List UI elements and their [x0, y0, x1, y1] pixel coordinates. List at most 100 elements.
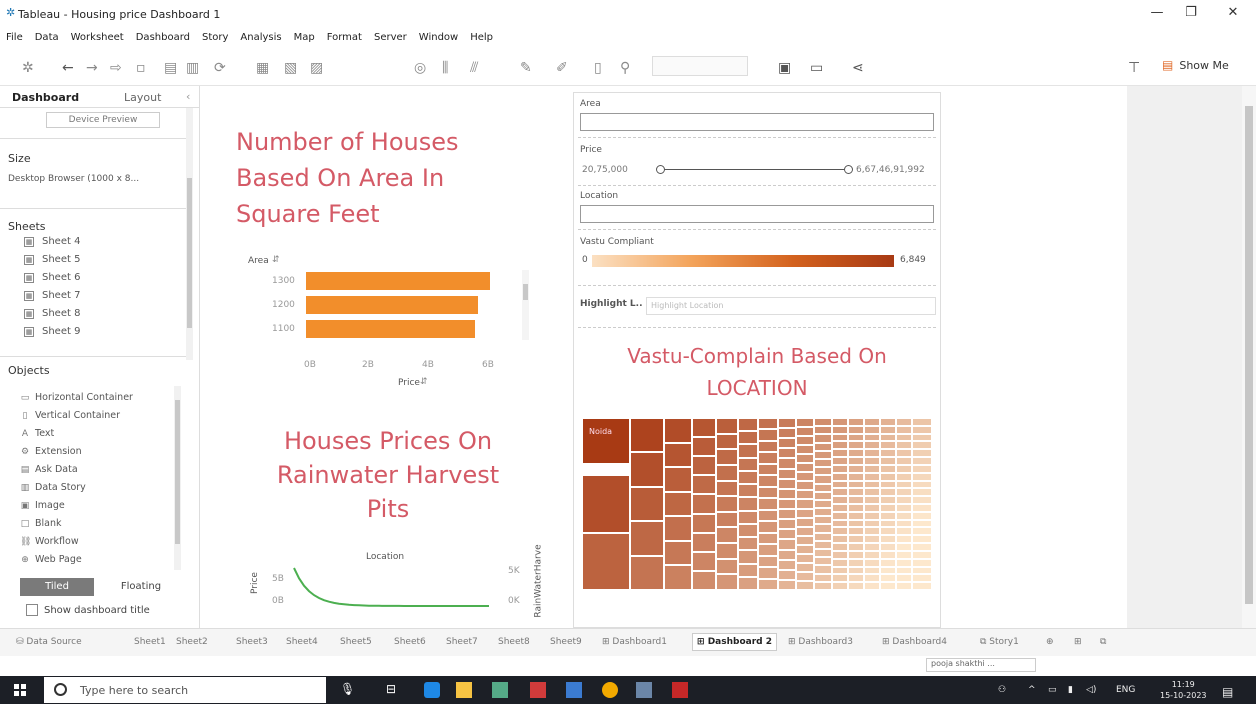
- treemap-cell[interactable]: [848, 472, 864, 481]
- treemap-cell[interactable]: [814, 557, 832, 566]
- language-indicator[interactable]: ENG: [1116, 685, 1135, 695]
- treemap-cell[interactable]: [716, 558, 738, 575]
- treemap-cell[interactable]: [912, 433, 932, 442]
- object-extension[interactable]: ⚙ Extension: [20, 446, 82, 457]
- menu-format[interactable]: Format: [327, 32, 362, 43]
- treemap-cell[interactable]: [814, 508, 832, 517]
- treemap-cell[interactable]: [880, 527, 896, 536]
- treemap-cell[interactable]: [692, 513, 716, 533]
- treemap-cell[interactable]: [832, 535, 848, 544]
- treemap-cell[interactable]: [778, 478, 796, 489]
- treemap-cell[interactable]: [796, 427, 814, 437]
- tab-story1[interactable]: ⧉ Story1: [980, 637, 1019, 647]
- treemap-cell[interactable]: [664, 491, 692, 517]
- treemap-cell[interactable]: [832, 449, 848, 458]
- object-image[interactable]: ▣ Image: [20, 500, 65, 511]
- treemap-cell[interactable]: [796, 508, 814, 518]
- windows-start-icon[interactable]: [14, 684, 26, 696]
- treemap-cell[interactable]: [864, 566, 880, 575]
- treemap-cell[interactable]: [864, 449, 880, 458]
- treemap-cell[interactable]: [880, 488, 896, 497]
- treemap-cell[interactable]: [796, 544, 814, 554]
- treemap-cell[interactable]: [778, 539, 796, 550]
- treemap-cell[interactable]: [758, 498, 778, 510]
- treemap-cell[interactable]: [912, 558, 932, 567]
- treemap-cell[interactable]: [716, 574, 738, 590]
- treemap-cell[interactable]: [778, 498, 796, 510]
- pin-icon[interactable]: ⚲: [620, 60, 630, 76]
- treemap-cell[interactable]: [692, 475, 716, 495]
- tab-sheet5[interactable]: Sheet5: [340, 637, 372, 647]
- tab-sheet7[interactable]: Sheet7: [446, 637, 478, 647]
- treemap-cell[interactable]: [912, 457, 932, 465]
- new-dashboard-icon[interactable]: ⊞: [1074, 637, 1082, 647]
- bar-chart-scrollbar[interactable]: [522, 270, 529, 340]
- treemap-cell[interactable]: [778, 519, 796, 530]
- treemap-cell[interactable]: [692, 418, 716, 438]
- treemap-cell[interactable]: [630, 521, 664, 556]
- treemap-cell[interactable]: [814, 458, 832, 468]
- treemap-cell[interactable]: [738, 537, 758, 551]
- new-sheet-icon[interactable]: ▥: [186, 60, 199, 76]
- treemap-cell[interactable]: [896, 472, 912, 481]
- treemap-cell[interactable]: [880, 519, 896, 528]
- treemap-cell[interactable]: [896, 418, 912, 426]
- treemap-cell[interactable]: [864, 457, 880, 465]
- sheet-item[interactable]: ▦ Sheet 6: [24, 272, 80, 283]
- treemap-cell[interactable]: [814, 475, 832, 484]
- show-title-checkbox[interactable]: [26, 604, 38, 616]
- treemap-cell[interactable]: [814, 581, 832, 590]
- object-text[interactable]: A Text: [20, 428, 54, 439]
- treemap-cell[interactable]: [796, 490, 814, 500]
- treemap-cell[interactable]: [796, 472, 814, 482]
- object-data-story[interactable]: ▥ Data Story: [20, 482, 86, 493]
- treemap-cell[interactable]: [880, 535, 896, 544]
- treemap-cell[interactable]: [896, 558, 912, 567]
- collapse-icon[interactable]: ‹: [186, 90, 190, 103]
- network-icon[interactable]: ▮: [1068, 685, 1073, 695]
- tab-sheet6[interactable]: Sheet6: [394, 637, 426, 647]
- treemap-cell[interactable]: [814, 426, 832, 435]
- treemap-cell[interactable]: [716, 449, 738, 465]
- treemap-cell[interactable]: [832, 543, 848, 551]
- treemap-cell[interactable]: [692, 437, 716, 457]
- chrome-icon[interactable]: [602, 682, 618, 698]
- treemap-cell[interactable]: [912, 535, 932, 544]
- tab-sheet4[interactable]: Sheet4: [286, 637, 318, 647]
- price-slider[interactable]: [660, 169, 848, 170]
- treemap-cell[interactable]: [716, 418, 738, 434]
- data-source-icon[interactable]: ⇨: [110, 60, 122, 76]
- treemap-cell[interactable]: [848, 464, 864, 473]
- store-icon[interactable]: [492, 682, 508, 698]
- treemap-cell[interactable]: [880, 504, 896, 512]
- maximize-icon[interactable]: ❐: [1176, 5, 1206, 23]
- treemap-cell[interactable]: [664, 516, 692, 541]
- treemap-cell[interactable]: [832, 558, 848, 567]
- treemap-cell[interactable]: [738, 550, 758, 564]
- treemap-cell[interactable]: [758, 463, 778, 476]
- treemap-cell[interactable]: [880, 433, 896, 442]
- tab-dashboard1[interactable]: ⊞ Dashboard1: [602, 637, 667, 647]
- back-icon[interactable]: ←: [62, 60, 74, 76]
- treemap-cell[interactable]: [832, 441, 848, 450]
- treemap-cell[interactable]: [738, 431, 758, 445]
- treemap-cell[interactable]: [716, 511, 738, 528]
- treemap-cell[interactable]: [848, 558, 864, 567]
- treemap-cell[interactable]: [778, 448, 796, 459]
- price-slider-min-handle[interactable]: [656, 165, 665, 174]
- treemap-cell[interactable]: [814, 532, 832, 541]
- presentation-icon[interactable]: ▭: [810, 60, 823, 76]
- undo-icon[interactable]: ⟳: [214, 60, 226, 76]
- treemap-cell[interactable]: [848, 543, 864, 551]
- treemap-cell[interactable]: [896, 464, 912, 473]
- treemap-cell[interactable]: [864, 550, 880, 559]
- tab-sheet8[interactable]: Sheet8: [498, 637, 530, 647]
- tab-dashboard[interactable]: Dashboard: [12, 91, 79, 104]
- treemap-cell[interactable]: [664, 565, 692, 590]
- treemap-cell[interactable]: [880, 480, 896, 489]
- treemap-cell[interactable]: [778, 428, 796, 439]
- volume-icon[interactable]: ◁): [1086, 685, 1096, 695]
- mail-icon[interactable]: [566, 682, 582, 698]
- treemap-cell[interactable]: [912, 480, 932, 489]
- area-filter-input[interactable]: [580, 113, 934, 131]
